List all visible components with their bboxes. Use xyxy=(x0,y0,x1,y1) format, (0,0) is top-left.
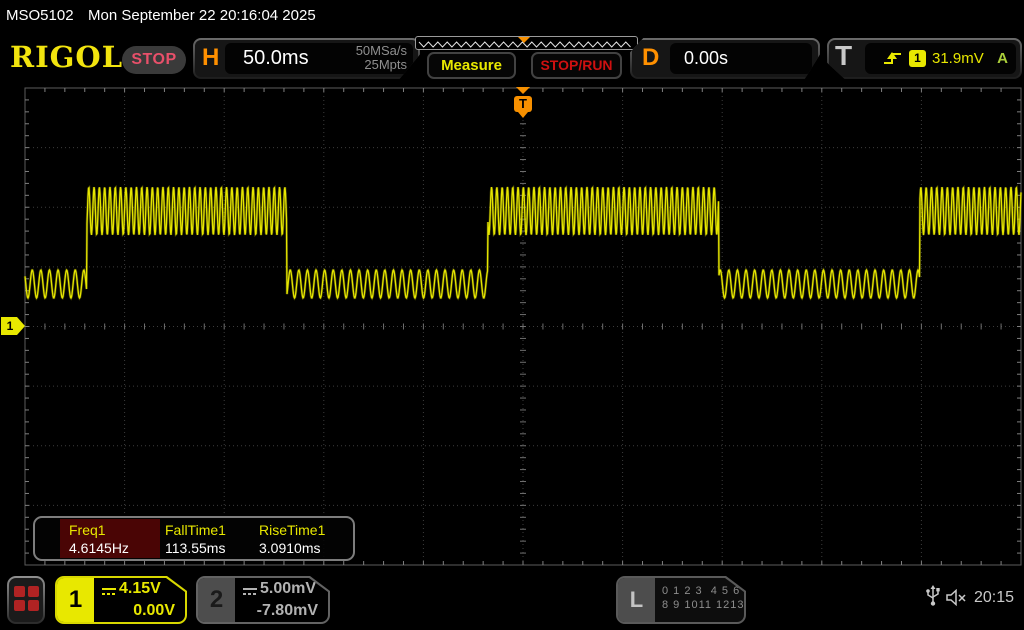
channel2-status-block[interactable]: 2 5.00mV -7.80mV xyxy=(196,576,330,624)
logic-tab[interactable]: L xyxy=(618,578,655,622)
dc-coupling-icon xyxy=(242,587,258,596)
channel1-scale: 4.15V xyxy=(119,580,161,598)
oscilloscope-screen: MSO5102 Mon September 22 20:16:04 2025 R… xyxy=(0,0,1024,630)
usb-icon xyxy=(925,585,941,607)
trigger-position-marker[interactable]: T xyxy=(513,87,533,121)
channel1-tab[interactable]: 1 xyxy=(57,578,94,622)
trigger-marker-tail-icon xyxy=(518,112,528,118)
dc-coupling-icon xyxy=(101,587,117,596)
channel2-tab[interactable]: 2 xyxy=(198,578,235,622)
trigger-marker-triangle-icon xyxy=(516,87,530,94)
channel2-body: 2 5.00mV -7.80mV xyxy=(198,578,328,622)
apps-menu-button[interactable] xyxy=(7,576,45,624)
trigger-marker-badge: T xyxy=(514,96,532,112)
measurement-value: 113.55ms xyxy=(165,540,225,556)
logic-body: L 0 1 2 3 4 5 6 7 8 9 1011 12131415 xyxy=(618,578,744,622)
measurement-value: 3.0910ms xyxy=(259,540,320,556)
clock-text: 20:15 xyxy=(974,589,1014,607)
logic-channels-row2: 8 9 1011 12131415 xyxy=(662,599,744,611)
measurement-label: Freq1 xyxy=(69,522,106,538)
channel1-offset: 0.00V xyxy=(133,602,175,620)
measurement-panel[interactable]: Freq1 FallTime1 RiseTime1 4.6145Hz 113.5… xyxy=(33,516,355,561)
measurement-label: FallTime1 xyxy=(165,522,226,538)
logic-channels-row1: 0 1 2 3 4 5 6 7 xyxy=(662,585,744,597)
logic-channels-block[interactable]: L 0 1 2 3 4 5 6 7 8 9 1011 12131415 xyxy=(616,576,746,624)
apps-grid-icon xyxy=(14,586,38,612)
channel2-scale: 5.00mV xyxy=(260,580,316,598)
measurement-label: RiseTime1 xyxy=(259,522,325,538)
channel2-offset: -7.80mV xyxy=(257,602,318,620)
speaker-muted-icon xyxy=(946,589,968,606)
measurement-value: 4.6145Hz xyxy=(69,540,129,556)
channel1-status-block[interactable]: 1 4.15V 0.00V xyxy=(55,576,187,624)
channel1-body: 1 4.15V 0.00V xyxy=(57,578,185,622)
